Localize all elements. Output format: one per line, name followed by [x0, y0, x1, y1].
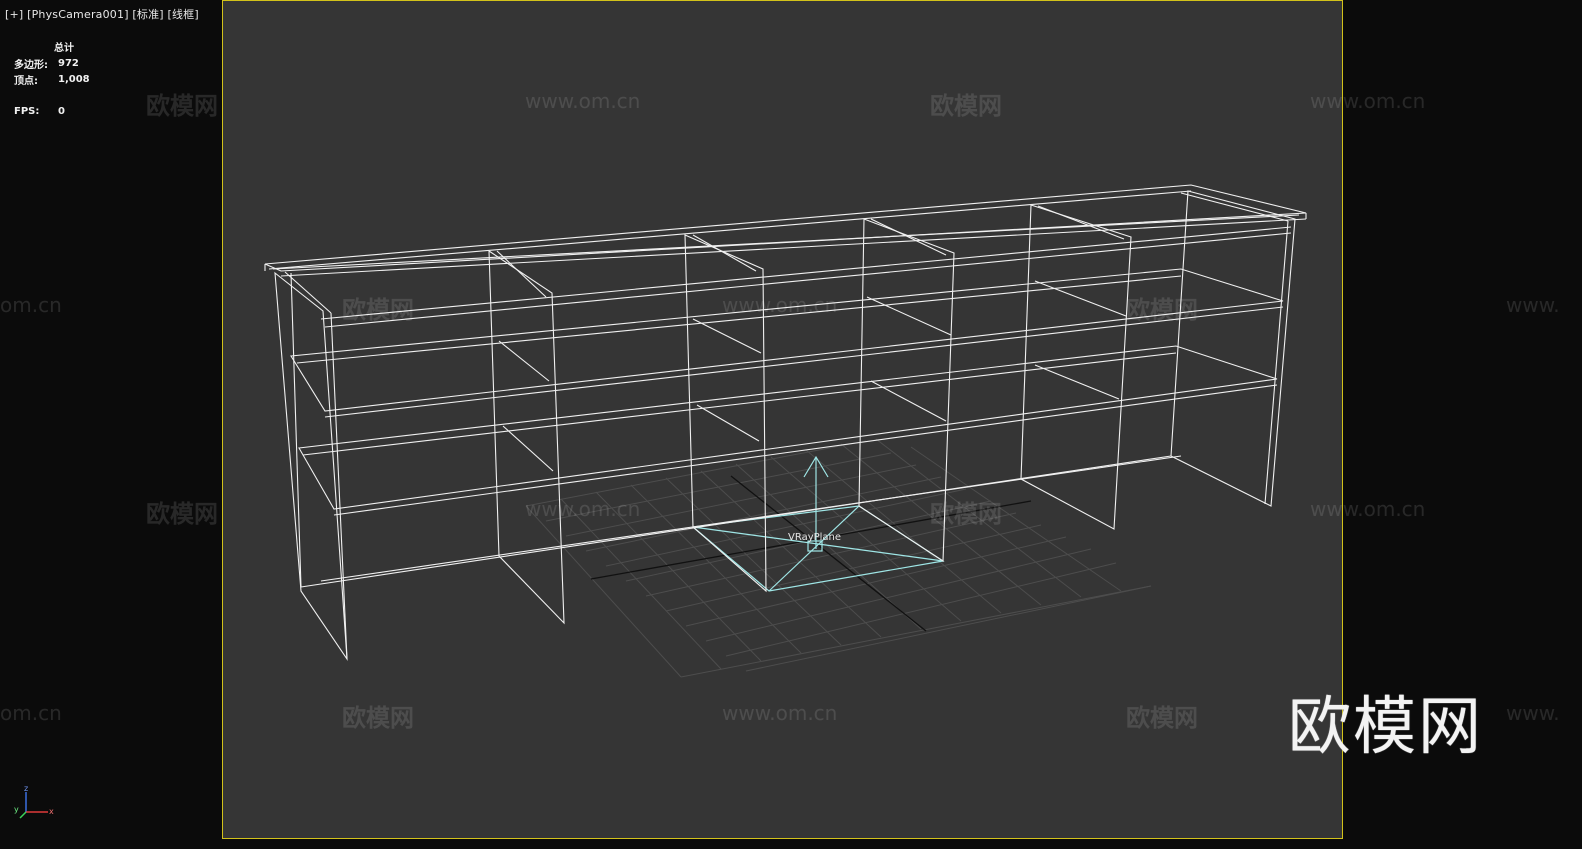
vertices-label: 顶点: — [14, 75, 38, 87]
stats-header: 总计 — [54, 43, 74, 54]
watermark-logo: 欧模网 — [146, 500, 218, 528]
home-grid — [525, 438, 1152, 678]
watermark-logo: 欧模网 — [146, 92, 218, 120]
watermark-url-partial: om.cn — [0, 293, 62, 317]
fps-value: 0 — [58, 105, 65, 117]
brand-logo: 欧模网 — [1288, 690, 1483, 763]
viewport-label[interactable]: [+] [PhysCamera001] [标准] [线框] — [5, 6, 199, 22]
y-axis-line — [19, 811, 27, 819]
stats-panel: 总计 多边形: 972 顶点: 1,008 FPS: 0 — [14, 39, 134, 119]
vertices-value: 1,008 — [58, 73, 90, 85]
fps-label: FPS: — [14, 105, 40, 117]
watermark-url-partial: www. — [1506, 701, 1560, 725]
vrayplane-label: VRayPlane — [788, 532, 841, 543]
y-axis-label: y — [14, 805, 19, 814]
watermark-url-partial: om.cn — [0, 701, 62, 725]
x-axis-label: x — [49, 807, 54, 816]
polygons-label: 多边形: — [14, 59, 48, 71]
perspective-viewport[interactable]: VRayPlane — [222, 0, 1343, 839]
polygons-value: 972 — [58, 57, 79, 69]
stats-row-fps: FPS: 0 — [14, 103, 134, 119]
wireframe-scene[interactable]: VRayPlane — [223, 1, 1343, 839]
axis-gizmo: z x y — [14, 784, 54, 819]
vrayplane-object[interactable] — [691, 455, 945, 592]
stats-row-vertices: 顶点: 1,008 — [14, 71, 134, 87]
z-axis-label: z — [24, 784, 28, 793]
watermark-url-partial: www. — [1506, 293, 1560, 317]
stats-row-polygons: 多边形: 972 — [14, 55, 134, 71]
